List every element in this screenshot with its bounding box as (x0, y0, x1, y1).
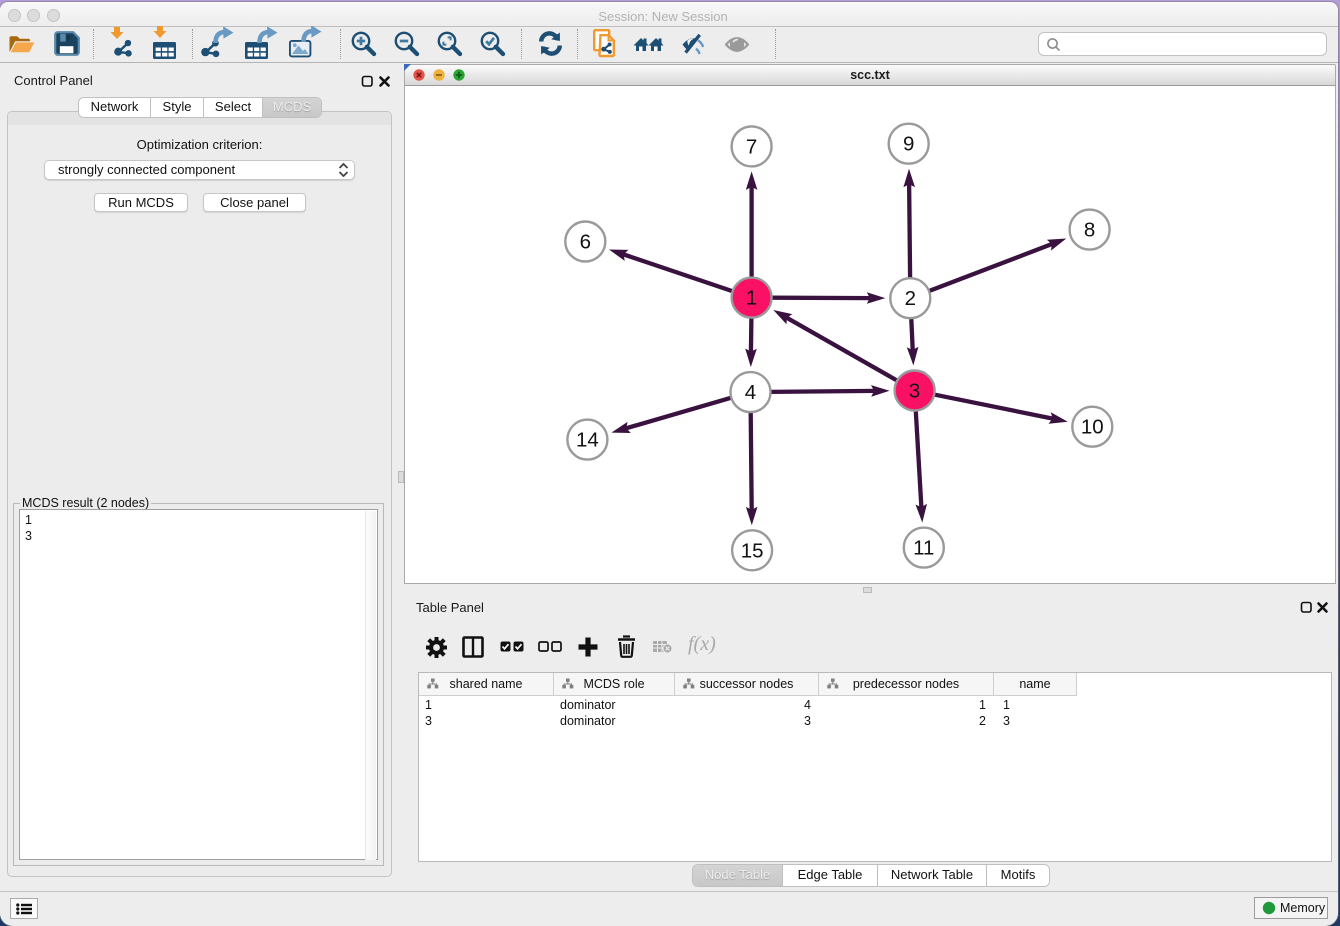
svg-text:1: 1 (746, 287, 757, 310)
svg-text:7: 7 (746, 135, 757, 158)
svg-text:15: 15 (741, 539, 764, 562)
svg-text:8: 8 (1084, 219, 1095, 242)
svg-text:2: 2 (905, 287, 916, 310)
svg-text:4: 4 (745, 381, 756, 404)
svg-text:3: 3 (909, 380, 920, 403)
svg-text:9: 9 (903, 133, 914, 156)
svg-text:11: 11 (913, 537, 934, 560)
svg-text:14: 14 (576, 429, 599, 452)
svg-text:6: 6 (580, 231, 591, 254)
svg-text:10: 10 (1081, 416, 1104, 439)
